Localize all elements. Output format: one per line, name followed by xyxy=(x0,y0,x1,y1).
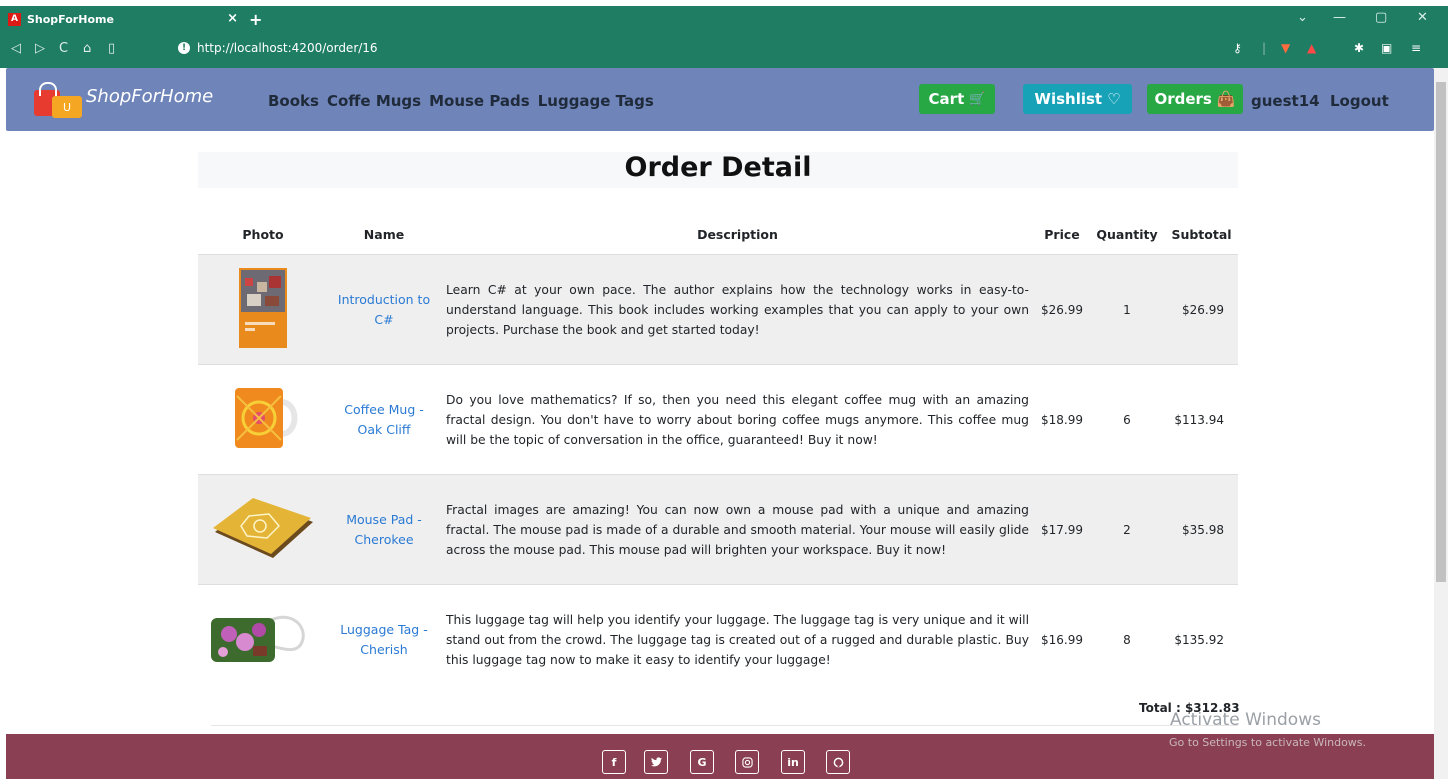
nav-link-luggage-tags[interactable]: Luggage Tags xyxy=(538,92,654,110)
bookmark-icon[interactable]: ▯ xyxy=(108,41,115,56)
wishlist-button[interactable]: Wishlist ♡ xyxy=(1023,84,1132,114)
sidebar-icon[interactable]: ▣ xyxy=(1381,41,1392,55)
new-tab-button[interactable]: + xyxy=(249,10,262,29)
logout-link[interactable]: Logout xyxy=(1330,92,1389,110)
photo-cell xyxy=(198,474,328,585)
table-row: Mouse Pad - Cherokee Fractal images are … xyxy=(198,474,1238,585)
site-info-icon[interactable]: ! xyxy=(178,42,190,54)
price-cell: $18.99 xyxy=(1035,364,1089,475)
nav-link-mouse-pads[interactable]: Mouse Pads xyxy=(429,92,530,110)
back-icon[interactable]: ◁ xyxy=(11,41,21,56)
google-icon[interactable]: G xyxy=(690,750,714,774)
url-text: http://localhost:4200/order/16 xyxy=(197,41,378,55)
separator: | xyxy=(1262,41,1267,55)
brave-shield-icon[interactable]: ▼ xyxy=(1281,41,1290,55)
product-name-link[interactable]: Coffee Mug - Oak Cliff xyxy=(328,364,440,475)
table-row: Luggage Tag - Cherish This luggage tag w… xyxy=(198,584,1238,695)
page-scrollbar[interactable] xyxy=(1434,68,1448,779)
quantity-cell: 2 xyxy=(1089,474,1165,585)
tab-title: ShopForHome xyxy=(27,12,114,26)
luggage-tag-image xyxy=(211,616,305,663)
forward-icon[interactable]: ▷ xyxy=(35,41,45,56)
price-cell: $26.99 xyxy=(1035,254,1089,365)
home-icon[interactable]: ⌂ xyxy=(83,41,91,56)
scrollbar-thumb[interactable] xyxy=(1436,82,1446,582)
product-description: Do you love mathematics? If so, then you… xyxy=(440,364,1035,475)
app-navbar: U ShopForHome Books Coffe Mugs Mouse Pad… xyxy=(6,68,1434,131)
divider xyxy=(211,725,1238,726)
product-description: Fractal images are amazing! You can now … xyxy=(440,474,1035,585)
photo-cell xyxy=(198,584,328,695)
page-title: Order Detail xyxy=(624,152,812,183)
table-row: Introduction to C# Learn C# at your own … xyxy=(198,254,1238,365)
username-link[interactable]: guest14 xyxy=(1251,92,1320,110)
cart-icon: 🛒 xyxy=(969,91,986,107)
tab-search-icon[interactable]: ⌄ xyxy=(1297,10,1308,25)
linkedin-icon[interactable]: in xyxy=(781,750,805,774)
header-quantity: Quantity xyxy=(1096,226,1158,242)
nav-link-coffee-mugs[interactable]: Coffe Mugs xyxy=(327,92,421,110)
angular-favicon-icon: A xyxy=(8,12,21,26)
price-cell: $17.99 xyxy=(1035,474,1089,585)
order-table: Photo Name Description Price Quantity Su… xyxy=(198,214,1238,695)
facebook-icon[interactable]: f xyxy=(602,750,626,774)
subtotal-cell: $35.98 xyxy=(1165,474,1238,585)
wishlist-label: Wishlist xyxy=(1034,90,1103,108)
product-name-link[interactable]: Mouse Pad - Cherokee xyxy=(328,474,440,585)
header-name: Name xyxy=(363,226,405,242)
header-price: Price xyxy=(1044,226,1080,242)
orders-label: Orders xyxy=(1154,90,1212,108)
url-field[interactable]: ! http://localhost:4200/order/16 xyxy=(178,41,378,55)
browser-address-bar: ◁ ▷ C ⌂ ▯ ! http://localhost:4200/order/… xyxy=(0,32,1448,68)
table-row: Coffee Mug - Oak Cliff Do you love mathe… xyxy=(198,364,1238,475)
product-name-link[interactable]: Introduction to C# xyxy=(328,254,440,365)
shopping-bag-icon: 👜 xyxy=(1216,90,1236,108)
maximize-icon[interactable]: ▢ xyxy=(1375,10,1387,25)
coffee-mug-image xyxy=(235,388,298,448)
photo-cell xyxy=(198,254,328,365)
table-header: Photo Name Description Price Quantity Su… xyxy=(198,214,1238,255)
cart-button[interactable]: Cart 🛒 xyxy=(919,84,995,114)
nav-link-books[interactable]: Books xyxy=(268,92,319,110)
quantity-cell: 1 xyxy=(1089,254,1165,365)
twitter-icon[interactable] xyxy=(644,750,668,774)
activate-windows-subtext: Go to Settings to activate Windows. xyxy=(1169,736,1367,749)
brand-name: ShopForHome xyxy=(86,85,214,107)
quantity-cell: 6 xyxy=(1089,364,1165,475)
mouse-pad-image xyxy=(213,498,313,558)
shopping-bag-logo-icon: U xyxy=(34,82,84,118)
github-icon[interactable] xyxy=(826,750,850,774)
instagram-icon[interactable] xyxy=(735,750,759,774)
photo-cell xyxy=(198,364,328,475)
product-name-link[interactable]: Luggage Tag - Cherish xyxy=(328,584,440,695)
browser-tab[interactable]: A ShopForHome × xyxy=(8,8,238,30)
close-window-icon[interactable]: ✕ xyxy=(1417,10,1428,25)
orders-button[interactable]: Orders 👜 xyxy=(1147,84,1243,114)
subtotal-cell: $135.92 xyxy=(1165,584,1238,695)
brave-rewards-icon[interactable]: ▲ xyxy=(1307,41,1316,55)
brand-link[interactable]: U ShopForHome xyxy=(34,82,213,118)
reload-icon[interactable]: C xyxy=(59,41,68,56)
tab-close-icon[interactable]: × xyxy=(227,11,238,26)
header-subtotal: Subtotal xyxy=(1171,226,1232,242)
book-cover-image xyxy=(239,268,287,348)
category-menu: Books Coffe Mugs Mouse Pads Luggage Tags xyxy=(268,92,654,110)
extensions-icon[interactable]: ✱ xyxy=(1354,41,1364,55)
menu-icon[interactable]: ≡ xyxy=(1411,41,1421,55)
product-description: This luggage tag will help you identify … xyxy=(440,584,1035,695)
heart-icon: ♡ xyxy=(1107,90,1121,108)
header-description: Description xyxy=(697,226,778,242)
price-cell: $16.99 xyxy=(1035,584,1089,695)
page-root: A ShopForHome × + ⌄ — ▢ ✕ ◁ ▷ C ⌂ ▯ ! ht… xyxy=(0,0,1448,779)
subtotal-cell: $113.94 xyxy=(1165,364,1238,475)
activate-windows-watermark: Activate Windows xyxy=(1170,710,1321,730)
header-photo: Photo xyxy=(242,226,284,242)
minimize-icon[interactable]: — xyxy=(1333,10,1346,25)
product-description: Learn C# at your own pace. The author ex… xyxy=(440,254,1035,365)
subtotal-cell: $26.99 xyxy=(1165,254,1238,365)
cart-label: Cart xyxy=(928,90,965,108)
quantity-cell: 8 xyxy=(1089,584,1165,695)
key-icon[interactable]: ⚷ xyxy=(1233,41,1242,55)
browser-tab-bar: A ShopForHome × + ⌄ — ▢ ✕ xyxy=(0,6,1448,32)
